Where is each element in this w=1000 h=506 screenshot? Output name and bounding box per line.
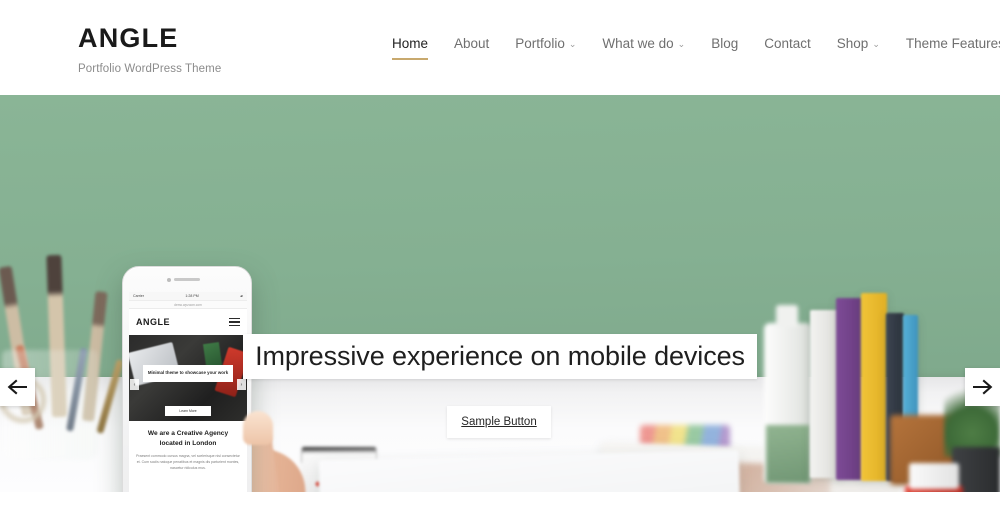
page-root: ANGLE Portfolio WordPress Theme Home Abo… (0, 0, 1000, 506)
phone-url-label: demo.wpzoom.com (174, 302, 202, 307)
hero-title-box: Impressive experience on mobile devices (243, 334, 757, 379)
page-content-below-hero (0, 492, 1000, 506)
slider-prev-button[interactable] (0, 368, 35, 406)
bottle-label (766, 425, 810, 483)
phone-status-bar: Carrier 1:28 PM ▰ (129, 292, 247, 301)
phone-screen: Carrier 1:28 PM ▰ demo.wpzoom.com ANGLE (129, 292, 247, 492)
nav-item-portfolio-label: Portfolio (515, 36, 565, 51)
chevron-down-icon[interactable]: ⌄ (569, 40, 577, 49)
nav-item-shop[interactable]: Shop ⌄ (837, 36, 880, 60)
phone-next-arrow-icon: › (237, 379, 246, 390)
nav-item-what-we-do-label: What we do (602, 36, 674, 51)
nav-item-portfolio[interactable]: Portfolio ⌄ (515, 36, 576, 60)
hero-sample-button[interactable]: Sample Button (447, 406, 551, 438)
arrow-left-icon (7, 379, 27, 395)
finger (243, 411, 273, 445)
phone-carrier-label: Carrier (133, 294, 144, 298)
chevron-down-icon[interactable]: ⌄ (872, 40, 880, 49)
nav-item-shop-label: Shop (836, 36, 869, 51)
book-purple (836, 298, 862, 480)
nav-item-contact-label: Contact (764, 36, 811, 51)
phone-time-label: 1:28 PM (185, 294, 199, 298)
phone-mockup: Carrier 1:28 PM ▰ demo.wpzoom.com ANGLE (122, 266, 252, 492)
phone-content-body: We are a Creative Agency located in Lond… (129, 421, 247, 472)
nav-active-underline (392, 58, 429, 60)
site-tagline: Portfolio WordPress Theme (78, 62, 222, 75)
chevron-down-icon[interactable]: ⌄ (678, 40, 686, 49)
nav-item-theme-features-label: Theme Features (905, 36, 1000, 51)
phone-url-bar: demo.wpzoom.com (129, 301, 247, 309)
site-title[interactable]: ANGLE (78, 23, 221, 54)
arrow-right-icon (973, 379, 993, 395)
hero-sample-button-label: Sample Button (461, 416, 537, 428)
battery-icon: ▰ (240, 294, 243, 298)
phone-navbar: ANGLE (129, 309, 247, 335)
phone-camera (167, 278, 171, 282)
nav-item-blog-label: Blog (711, 36, 739, 51)
nav-item-home-label: Home (392, 36, 429, 51)
primary-navigation[interactable]: Home About Portfolio ⌄ What we do ⌄ Blog… (392, 36, 1000, 60)
site-header: ANGLE Portfolio WordPress Theme Home Abo… (0, 0, 1000, 95)
hero-slider: Carrier 1:28 PM ▰ demo.wpzoom.com ANGLE (0, 95, 1000, 492)
nav-item-contact[interactable]: Contact (764, 36, 811, 60)
nav-item-blog[interactable]: Blog (711, 36, 738, 60)
phone-heading: We are a Creative Agency located in Lond… (147, 430, 229, 447)
nav-item-theme-features[interactable]: Theme Features (906, 36, 1000, 60)
nav-item-home[interactable]: Home (392, 36, 429, 60)
nav-item-about-label: About (454, 36, 490, 51)
phone-slide-caption: Minimal theme to showcase your work (143, 365, 233, 382)
phone-logo: ANGLE (136, 317, 170, 327)
phone-prev-arrow-icon: ‹ (130, 379, 139, 390)
phone-hero-slide: ‹ › Minimal theme to showcase your work … (129, 335, 247, 421)
phone-learn-more-button: Learn More (165, 406, 211, 416)
phone-speaker (174, 278, 200, 281)
red-bottle (905, 463, 963, 492)
phone-paragraph: Praesent commodo cursus magna, vel scele… (136, 454, 240, 471)
nav-item-about[interactable]: About (454, 36, 489, 60)
hamburger-menu-icon (229, 316, 240, 328)
site-branding[interactable]: ANGLE Portfolio WordPress Theme (78, 23, 222, 75)
book-yellow (861, 293, 887, 481)
nav-item-what-we-do[interactable]: What we do ⌄ (602, 36, 685, 60)
hero-title: Impressive experience on mobile devices (255, 341, 745, 371)
slider-next-button[interactable] (965, 368, 1000, 406)
